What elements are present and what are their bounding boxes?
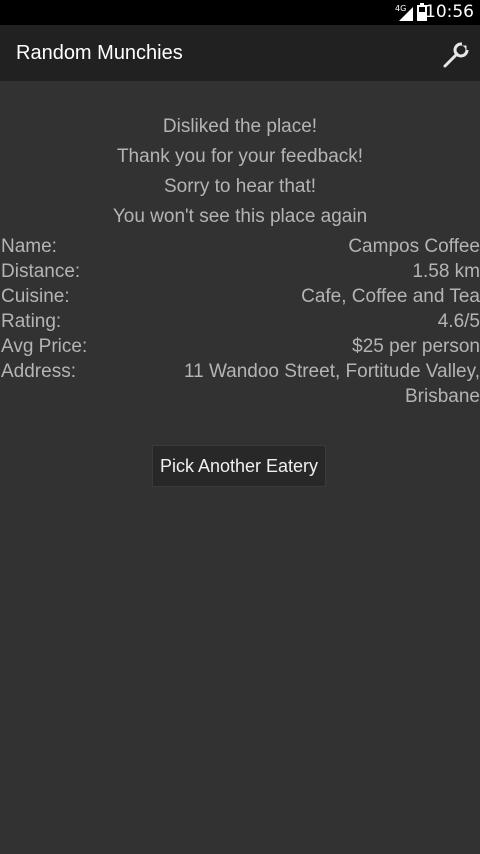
signal-icon: 4G — [395, 4, 413, 21]
detail-label: Name: — [1, 236, 57, 257]
detail-value: 11 Wandoo Street, Fortitude Valley, — [183, 361, 480, 382]
detail-label: Rating: — [1, 311, 62, 332]
detail-value: Cafe, Coffee and Tea — [301, 286, 480, 307]
detail-label: Distance: — [1, 261, 81, 282]
app-title: Random Munchies — [16, 42, 183, 64]
detail-value: Campos Coffee — [348, 236, 480, 257]
clock: 10:56 — [425, 2, 474, 22]
svg-text:4G: 4G — [395, 4, 406, 13]
result-content: Disliked the place! Thank you for your f… — [0, 81, 480, 854]
feedback-message: Sorry to hear that! — [163, 176, 317, 197]
detail-label: Address: — [1, 361, 76, 382]
feedback-message: Thank you for your feedback! — [116, 146, 364, 167]
wrench-icon[interactable] — [442, 41, 470, 69]
detail-value: Brisbane — [405, 386, 480, 407]
detail-value: 4.6/5 — [437, 311, 480, 332]
status-bar: 4G 10:56 — [0, 0, 480, 25]
feedback-message: Disliked the place! — [162, 116, 318, 137]
detail-label: Cuisine: — [1, 286, 70, 307]
detail-label: Avg Price: — [1, 336, 88, 357]
action-bar: Random Munchies — [0, 25, 480, 81]
feedback-message: You won't see this place again — [112, 206, 368, 227]
pick-another-eatery-button[interactable]: Pick Another Eatery — [152, 445, 326, 487]
detail-value: $25 per person — [352, 336, 480, 357]
detail-value: 1.58 km — [412, 261, 480, 282]
